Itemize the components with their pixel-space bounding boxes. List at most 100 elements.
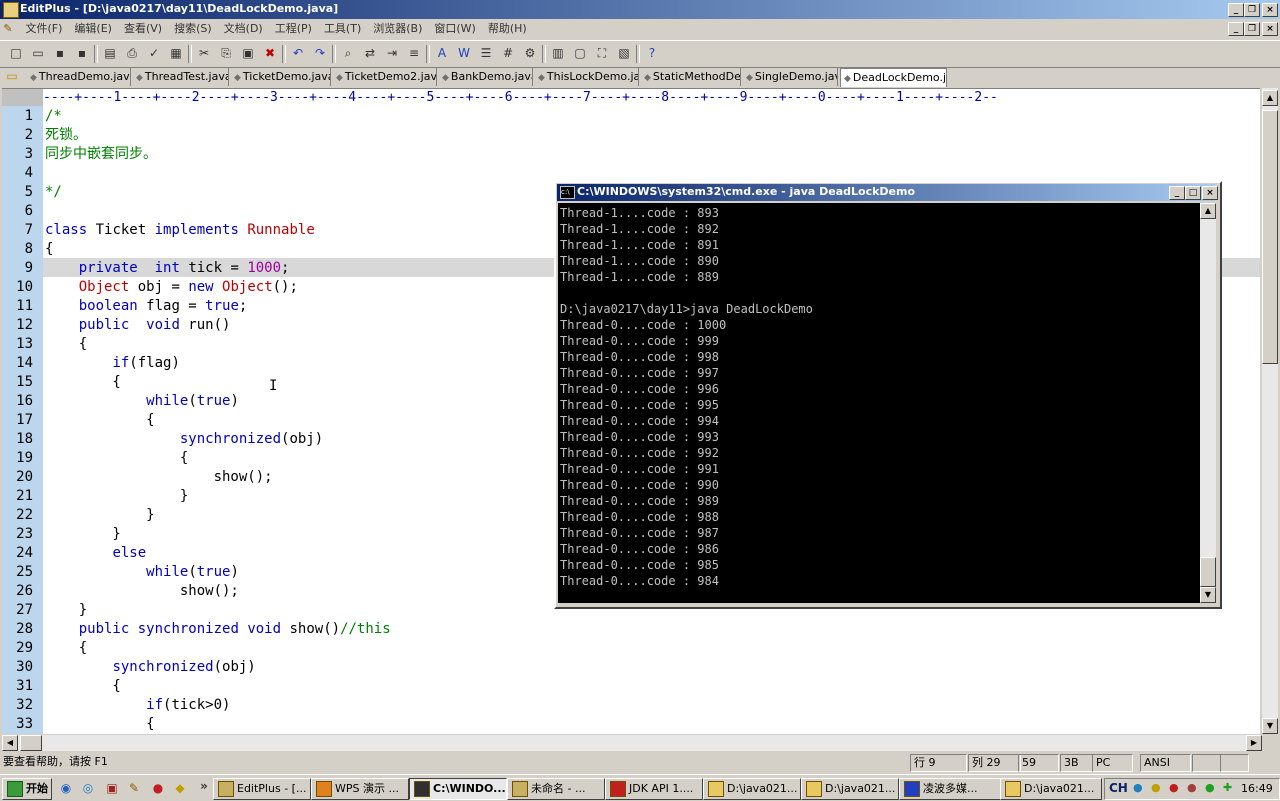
code-line[interactable]: while(true) [45, 392, 239, 411]
tray-clock[interactable]: 16:49 [1241, 782, 1273, 795]
code-line[interactable]: /* [45, 107, 62, 126]
taskbar-button-6[interactable]: D:\java021... [801, 778, 899, 800]
cmd-minimize-button[interactable]: _ [1169, 186, 1185, 200]
menu-item-6[interactable]: 工具(T) [318, 19, 367, 38]
column-icon[interactable]: ▥ [550, 45, 566, 61]
horizontal-scrollbar[interactable]: ◀ ▶ [2, 735, 1262, 751]
code-line[interactable]: if(tick>0) [45, 696, 230, 715]
cmd-title-bar[interactable]: c:\ C:\WINDOWS\system32\cmd.exe - java D… [557, 184, 1218, 201]
quicklaunch-browser-icon[interactable]: ◎ [80, 780, 96, 796]
scroll-left-button[interactable]: ◀ [2, 735, 18, 751]
cmd-window[interactable]: c:\ C:\WINDOWS\system32\cmd.exe - java D… [554, 181, 1222, 609]
replace-icon[interactable]: ⇄ [362, 45, 378, 61]
code-line[interactable]: } [45, 506, 154, 525]
fullscreen-icon[interactable]: ⛶ [594, 45, 610, 61]
code-line[interactable]: } [45, 487, 188, 506]
code-line[interactable]: show(); [45, 582, 239, 601]
code-line[interactable]: public void run() [45, 316, 231, 335]
tray-input-icon[interactable]: CH [1109, 781, 1128, 795]
taskbar-button-1[interactable]: WPS 演示 ... [311, 778, 409, 800]
code-line[interactable]: else [45, 544, 146, 563]
close-button[interactable]: × [1262, 3, 1278, 17]
tab-6[interactable]: ◆StaticMethodDemo [641, 68, 741, 86]
undo-icon[interactable]: ↶ [290, 45, 306, 61]
code-line[interactable]: } [45, 601, 87, 620]
quicklaunch-editplus-icon[interactable]: ✎ [126, 780, 142, 796]
menu-item-3[interactable]: 搜索(S) [168, 19, 218, 38]
ruler-icon[interactable]: # [500, 45, 516, 61]
taskbar-button-2[interactable]: C:\WINDO... [409, 778, 507, 800]
tray-plus-icon[interactable]: ✚ [1223, 781, 1232, 794]
code-line[interactable]: { [45, 677, 120, 696]
code-line[interactable]: show(); [45, 468, 273, 487]
code-line[interactable]: { [45, 335, 87, 354]
spellcheck-icon[interactable]: ✓ [146, 45, 162, 61]
start-button[interactable]: 开始 [2, 778, 52, 800]
folder-icon[interactable]: ▭ [4, 68, 20, 84]
tray-antivirus-icon[interactable]: ● [1169, 781, 1179, 794]
quicklaunch-messenger-icon[interactable]: ◆ [172, 780, 188, 796]
scroll-up-button[interactable]: ▲ [1262, 90, 1278, 106]
code-line[interactable]: synchronized(obj) [45, 658, 255, 677]
print-icon[interactable]: ⎙ [124, 45, 140, 61]
delete-icon[interactable]: ✖ [262, 45, 278, 61]
code-line[interactable]: { [45, 411, 154, 430]
taskbar-button-8[interactable]: D:\java021... [1000, 778, 1102, 800]
tray-tool-icon[interactable]: ● [1187, 781, 1197, 794]
code-line[interactable]: private int tick = 1000; [45, 259, 290, 278]
window-title-bar[interactable]: EditPlus - [D:\java0217\day11\DeadLockDe… [0, 0, 1280, 19]
word-wrap-icon[interactable]: W [456, 45, 472, 61]
font-icon[interactable]: A [434, 45, 450, 61]
maximize-button[interactable]: ❐ [1244, 3, 1260, 17]
vertical-scroll-thumb[interactable] [1262, 110, 1278, 364]
tray-shield-icon[interactable]: ● [1205, 781, 1215, 794]
taskbar-button-4[interactable]: JDK API 1.... [605, 778, 703, 800]
code-line[interactable]: } [45, 525, 120, 544]
menu-item-5[interactable]: 工程(P) [269, 19, 318, 38]
line-number-icon[interactable]: ☰ [478, 45, 494, 61]
code-line[interactable]: Object obj = new Object(); [45, 278, 298, 297]
menu-item-7[interactable]: 浏览器(B) [367, 19, 428, 38]
taskbar-button-3[interactable]: 未命名 - ... [507, 778, 605, 800]
code-line[interactable]: synchronized(obj) [45, 430, 323, 449]
code-line[interactable]: { [45, 715, 154, 734]
code-line[interactable]: public synchronized void show()//this [45, 620, 391, 639]
doc-minimize-button[interactable]: _ [1228, 22, 1244, 36]
tab-8[interactable]: ◆DeadLockDemo.java [840, 68, 947, 87]
quicklaunch-ie-icon[interactable]: ◉ [58, 780, 74, 796]
code-line[interactable]: boolean flag = true; [45, 297, 248, 316]
vertical-scrollbar[interactable]: ▲ ▼ [1262, 88, 1278, 734]
tray-network-icon[interactable]: ● [1133, 781, 1143, 794]
menu-item-8[interactable]: 窗口(W) [428, 19, 481, 38]
horizontal-scroll-thumb[interactable] [20, 735, 42, 751]
taskbar-button-0[interactable]: EditPlus - [... [213, 778, 311, 800]
scroll-down-button[interactable]: ▼ [1262, 718, 1278, 734]
code-line[interactable]: */ [45, 183, 62, 202]
print-preview-icon[interactable]: ▤ [102, 45, 118, 61]
scroll-right-button[interactable]: ▶ [1246, 735, 1262, 751]
cmd-maximize-button[interactable]: □ [1185, 186, 1201, 200]
cut-icon[interactable]: ✂ [196, 45, 212, 61]
tab-2[interactable]: ◆ TicketDemo.java [231, 68, 331, 86]
doc-close-button[interactable]: × [1262, 22, 1278, 36]
menu-item-0[interactable]: 文件(F) [20, 19, 69, 38]
tab-3[interactable]: ◆ TicketDemo2.java [333, 68, 437, 86]
menu-item-2[interactable]: 查看(V) [118, 19, 168, 38]
new-icon[interactable]: □ [8, 45, 24, 61]
code-line[interactable]: 同步中嵌套同步。 [45, 145, 157, 164]
tab-4[interactable]: ◆ BankDemo.java [439, 68, 533, 86]
cmd-console-output[interactable]: Thread-1....code : 893 Thread-1....code :… [558, 203, 1200, 603]
goto-icon[interactable]: ⇥ [384, 45, 400, 61]
doc-restore-button[interactable]: ❐ [1244, 22, 1260, 36]
screen-icon[interactable]: ▢ [572, 45, 588, 61]
menu-item-1[interactable]: 编辑(E) [68, 19, 118, 38]
cmd-scrollbar[interactable]: ▲ ▼ [1200, 203, 1216, 603]
quicklaunch-player-icon[interactable]: ● [150, 780, 166, 796]
tab-1[interactable]: ◆ ThreadTest.java [133, 68, 229, 86]
quicklaunch-more-icon[interactable]: » [196, 778, 212, 794]
code-line[interactable]: while(true) [45, 563, 239, 582]
paste-icon[interactable]: ▣ [240, 45, 256, 61]
copy-icon[interactable]: ⎘ [218, 45, 234, 61]
find-icon[interactable]: ⌕ [340, 45, 356, 61]
code-line[interactable]: 死锁。 [45, 126, 87, 145]
